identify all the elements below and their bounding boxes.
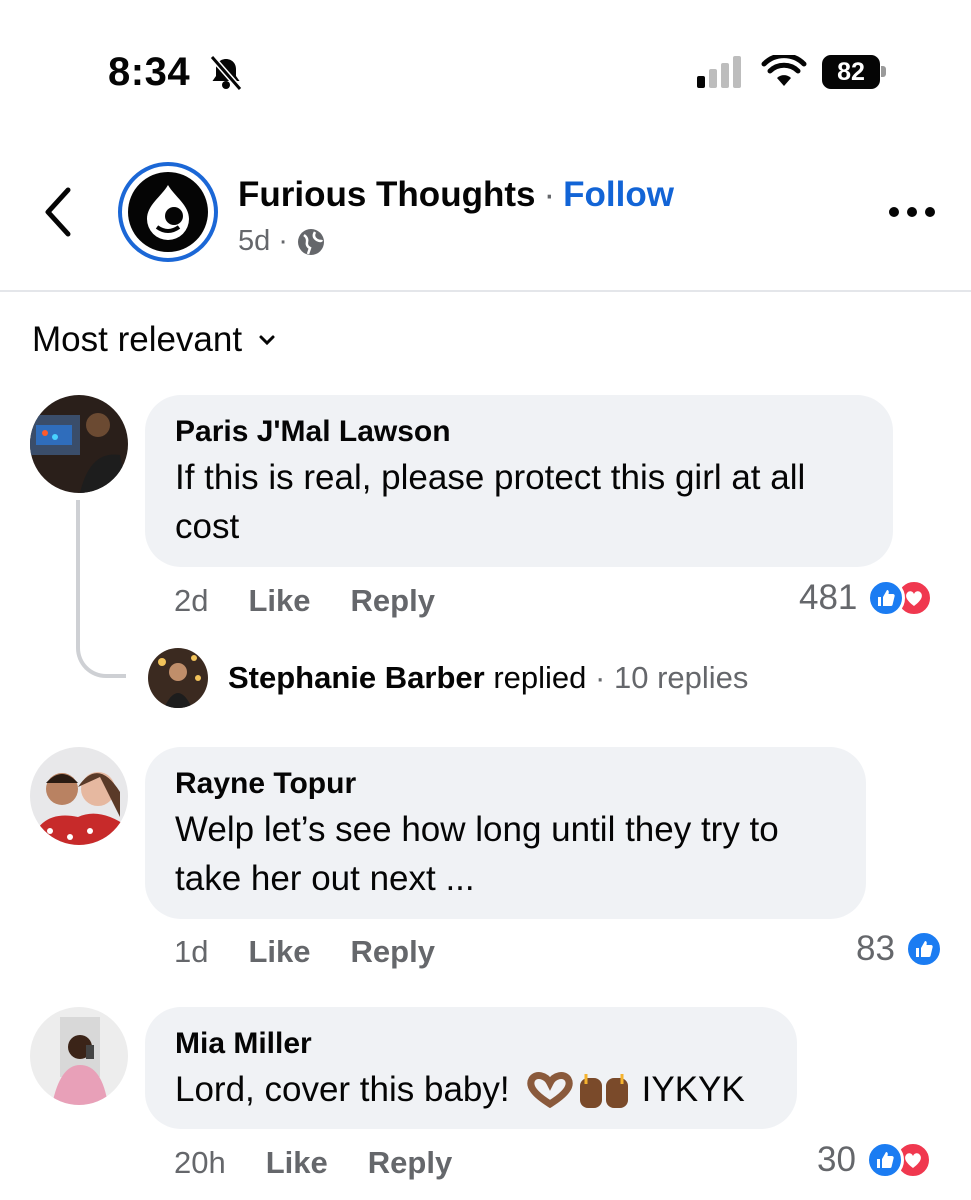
comment-time: 1d (174, 934, 209, 969)
separator-dot: · (543, 175, 556, 214)
sort-label: Most relevant (32, 320, 243, 359)
comment-actions: 1d Like Reply (174, 934, 435, 970)
replier-name: Stephanie Barber (228, 660, 485, 695)
comment-author[interactable]: Paris J'Mal Lawson (175, 413, 865, 451)
header-divider (0, 290, 971, 292)
cellular-signal-icon (697, 56, 741, 88)
commenter-avatar[interactable] (30, 747, 128, 845)
comment-time: 20h (174, 1145, 226, 1180)
comment-bubble[interactable]: Mia Miller Lord, cover this baby! IYKYK (145, 1007, 797, 1129)
commenter-avatar[interactable] (30, 395, 128, 493)
reply-count: 10 replies (613, 660, 749, 695)
comment-text: If this is real, please protect this gir… (175, 458, 806, 546)
meta-separator: · (278, 225, 288, 257)
reaction-summary[interactable]: 30 (817, 1140, 932, 1180)
like-button[interactable]: Like (266, 1145, 328, 1181)
bell-muted-icon (209, 55, 243, 91)
commenter-avatar[interactable] (30, 1007, 128, 1105)
battery-level: 82 (822, 55, 880, 89)
like-icon (865, 1141, 904, 1179)
comment-text: Welp let’s see how long until they try t… (175, 810, 779, 898)
comment-text-suffix: IYKYK (641, 1070, 745, 1109)
reaction-summary[interactable]: 83 (856, 929, 943, 969)
like-button[interactable]: Like (248, 934, 310, 970)
comment-author[interactable]: Rayne Topur (175, 765, 838, 803)
status-time: 8:34 (108, 50, 191, 94)
wifi-icon (761, 55, 807, 86)
reaction-summary[interactable]: 481 (799, 578, 934, 618)
reply-button[interactable]: Reply (351, 934, 435, 970)
comment-bubble[interactable]: Paris J'Mal Lawson If this is real, plea… (145, 395, 893, 567)
more-options-icon[interactable] (886, 200, 938, 224)
like-button[interactable]: Like (248, 583, 310, 619)
globe-icon (297, 228, 324, 255)
post-age: 5d (238, 225, 271, 257)
page-title: Furious Thoughts · Follow (238, 175, 674, 215)
view-replies-link[interactable]: Stephanie Barber replied · 10 replies (228, 660, 748, 696)
battery-indicator: 82 (822, 55, 890, 89)
heart-hands-emoji-icon (527, 1071, 573, 1108)
sort-dropdown[interactable]: Most relevant (32, 320, 276, 360)
reaction-count: 30 (817, 1140, 856, 1179)
like-icon (904, 930, 943, 968)
reply-action: replied (493, 660, 587, 695)
follow-button[interactable]: Follow (563, 175, 674, 214)
comment-author[interactable]: Mia Miller (175, 1025, 769, 1063)
thread-connector (76, 500, 126, 678)
comment-actions: 20h Like Reply (174, 1145, 452, 1181)
reply-button[interactable]: Reply (368, 1145, 452, 1181)
comment-bubble[interactable]: Rayne Topur Welp let’s see how long unti… (145, 747, 866, 919)
comment-text-body: Lord, cover this baby! (175, 1070, 510, 1109)
comment-actions: 2d Like Reply (174, 583, 435, 619)
raising-hands-emoji-icon (579, 1073, 628, 1108)
comment-time: 2d (174, 583, 209, 618)
back-chevron-icon[interactable] (38, 186, 78, 238)
reaction-count: 83 (856, 929, 895, 968)
page-name[interactable]: Furious Thoughts (238, 175, 535, 214)
chevron-down-icon (259, 335, 275, 346)
reply-separator: · (595, 660, 606, 695)
reply-button[interactable]: Reply (351, 583, 435, 619)
reaction-count: 481 (799, 578, 858, 617)
replier-avatar[interactable] (148, 648, 208, 708)
page-avatar[interactable] (118, 162, 218, 262)
comment-text: Lord, cover this baby! IYKYK (175, 1065, 769, 1114)
post-meta: 5d · (238, 225, 326, 258)
drop-logo-icon (147, 185, 189, 240)
